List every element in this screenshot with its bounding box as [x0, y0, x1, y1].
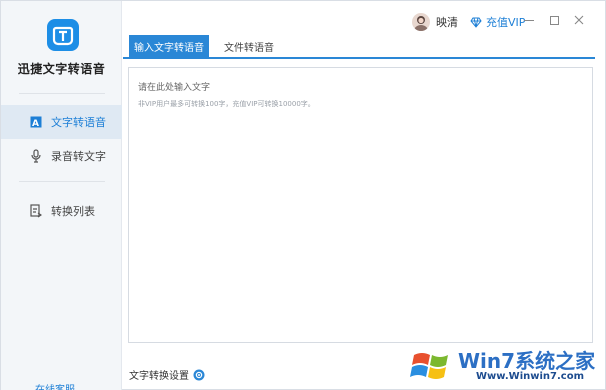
tab-file-to-speech[interactable]: 文件转语音 — [217, 35, 281, 57]
recharge-vip-button[interactable]: 充值VIP — [470, 14, 525, 30]
sidebar-item-label: 转换列表 — [51, 205, 95, 218]
watermark: Win7系统之家 Www.Winwin7.com — [406, 339, 606, 390]
sidebar-item-text-to-speech[interactable]: A 文字转语音 — [1, 105, 122, 139]
windows-logo-icon — [410, 353, 448, 379]
sidebar-divider — [19, 93, 105, 94]
username[interactable]: 映清 — [436, 14, 458, 30]
text-input-area[interactable]: 请在此处输入文字 非VIP用户最多可转换100字，充值VIP可转换10000字。 — [128, 67, 593, 343]
close-icon — [574, 15, 584, 25]
online-service-link[interactable]: 在线客服 — [35, 381, 75, 390]
sidebar-item-label: 录音转文字 — [51, 150, 106, 163]
gear-icon[interactable] — [193, 369, 205, 381]
avatar[interactable] — [412, 13, 430, 31]
microphone-icon — [29, 149, 43, 163]
sidebar-item-convert-list[interactable]: 转换列表 — [1, 194, 122, 228]
text-to-speech-icon: A — [29, 115, 43, 129]
svg-text:A: A — [32, 119, 39, 128]
sidebar-divider — [19, 181, 105, 182]
input-placeholder: 请在此处输入文字 — [138, 83, 211, 93]
minimize-button[interactable] — [521, 12, 537, 28]
watermark-url: Www.Winwin7.com — [476, 371, 585, 382]
minimize-icon — [524, 19, 534, 21]
diamond-icon — [470, 17, 482, 28]
maximize-button[interactable] — [546, 12, 562, 28]
close-button[interactable] — [571, 12, 587, 28]
sidebar: 迅捷文字转语音 A 文字转语音 录音转文字 转换列表 在线客服 — [1, 1, 122, 390]
tab-bar: 输入文字转语音 文件转语音 — [123, 35, 595, 59]
maximize-icon — [549, 15, 559, 25]
app-logo-icon — [47, 19, 79, 51]
word-limit-hint: 非VIP用户最多可转换100字，充值VIP可转换10000字。 — [138, 100, 315, 108]
sidebar-item-label: 文字转语音 — [51, 116, 106, 129]
convert-list-icon — [29, 204, 43, 218]
settings-label: 文字转换设置 — [129, 371, 189, 382]
watermark-text: Win7系统之家 — [458, 349, 596, 373]
vip-label: 充值VIP — [486, 16, 526, 29]
app-title: 迅捷文字转语音 — [17, 62, 106, 76]
app-window: 迅捷文字转语音 A 文字转语音 录音转文字 转换列表 在线客服 映 — [0, 0, 606, 390]
conversion-settings: 文字转换设置 — [129, 367, 205, 382]
sidebar-item-speech-to-text[interactable]: 录音转文字 — [1, 139, 122, 173]
tab-input-text-to-speech[interactable]: 输入文字转语音 — [129, 35, 209, 57]
